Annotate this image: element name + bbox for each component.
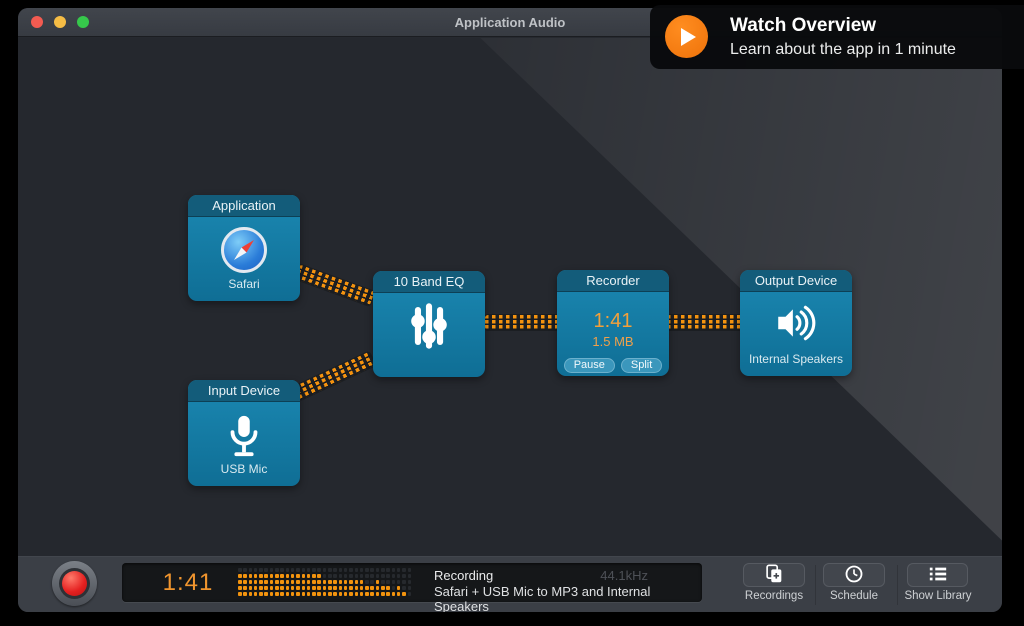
application-block-label: Safari [188, 277, 300, 291]
list-icon [927, 564, 949, 587]
output-device-block[interactable]: Output Device Internal Speakers [740, 270, 852, 376]
status-display: 1:41 Recording 44.1kHz Safari + USB Mic … [122, 563, 702, 602]
safari-icon [188, 227, 300, 273]
vu-meter [238, 568, 413, 598]
recording-timer: 1:41 [148, 569, 228, 597]
connection-input-device-to-eq [294, 352, 376, 401]
sample-rate: 44.1kHz [600, 568, 648, 583]
status-title: Recording [434, 568, 493, 583]
show-library-button[interactable] [907, 563, 968, 587]
recorder-block-header: Recorder [557, 270, 669, 292]
pause-button[interactable]: Pause [564, 358, 615, 373]
recordings-icon [763, 563, 785, 588]
connection-recorder-to-output-device [667, 315, 743, 330]
output-device-block-label: Internal Speakers [740, 352, 852, 366]
eq-block-header: 10 Band EQ [373, 271, 485, 293]
watch-overview-popover[interactable]: Watch Overview Learn about the app in 1 … [650, 5, 1024, 69]
recorder-block[interactable]: Recorder 1:41 1.5 MB Pause Split [557, 270, 669, 376]
schedule-button[interactable] [823, 563, 885, 587]
bottom-toolbar: 1:41 Recording 44.1kHz Safari + USB Mic … [18, 556, 1002, 612]
schedule-button-label: Schedule [809, 590, 899, 602]
app-window: Application Audio Application Safari In [18, 8, 1002, 612]
speaker-icon [740, 300, 852, 346]
output-device-block-header: Output Device [740, 270, 852, 292]
show-library-button-label: Show Library [892, 590, 984, 602]
recordings-button-label: Recordings [729, 590, 819, 602]
microphone-icon [188, 412, 300, 460]
connection-eq-to-recorder [485, 315, 560, 330]
recordings-button[interactable] [743, 563, 805, 587]
record-button[interactable] [52, 561, 97, 606]
input-device-block-header: Input Device [188, 380, 300, 402]
play-icon[interactable] [665, 15, 708, 58]
eq-block[interactable]: 10 Band EQ [373, 271, 485, 377]
split-button[interactable]: Split [621, 358, 662, 373]
recorder-time: 1:41 [557, 310, 669, 333]
application-block[interactable]: Application Safari [188, 195, 300, 301]
equalizer-sliders-icon [373, 299, 485, 353]
application-block-header: Application [188, 195, 300, 217]
status-detail: Safari + USB Mic to MP3 and Internal Spe… [434, 584, 702, 612]
input-device-block[interactable]: Input Device USB Mic [188, 380, 300, 486]
canvas-highlight-sweep [18, 38, 1002, 556]
clock-icon [844, 564, 864, 587]
connection-application-to-eq [294, 264, 374, 305]
overview-subtitle: Learn about the app in 1 minute [730, 41, 956, 59]
pipeline-canvas: Application Safari Input Device [18, 38, 1002, 556]
recorder-file-size: 1.5 MB [557, 334, 669, 349]
record-icon [59, 568, 90, 599]
input-device-block-label: USB Mic [188, 462, 300, 476]
overview-title: Watch Overview [730, 15, 876, 37]
